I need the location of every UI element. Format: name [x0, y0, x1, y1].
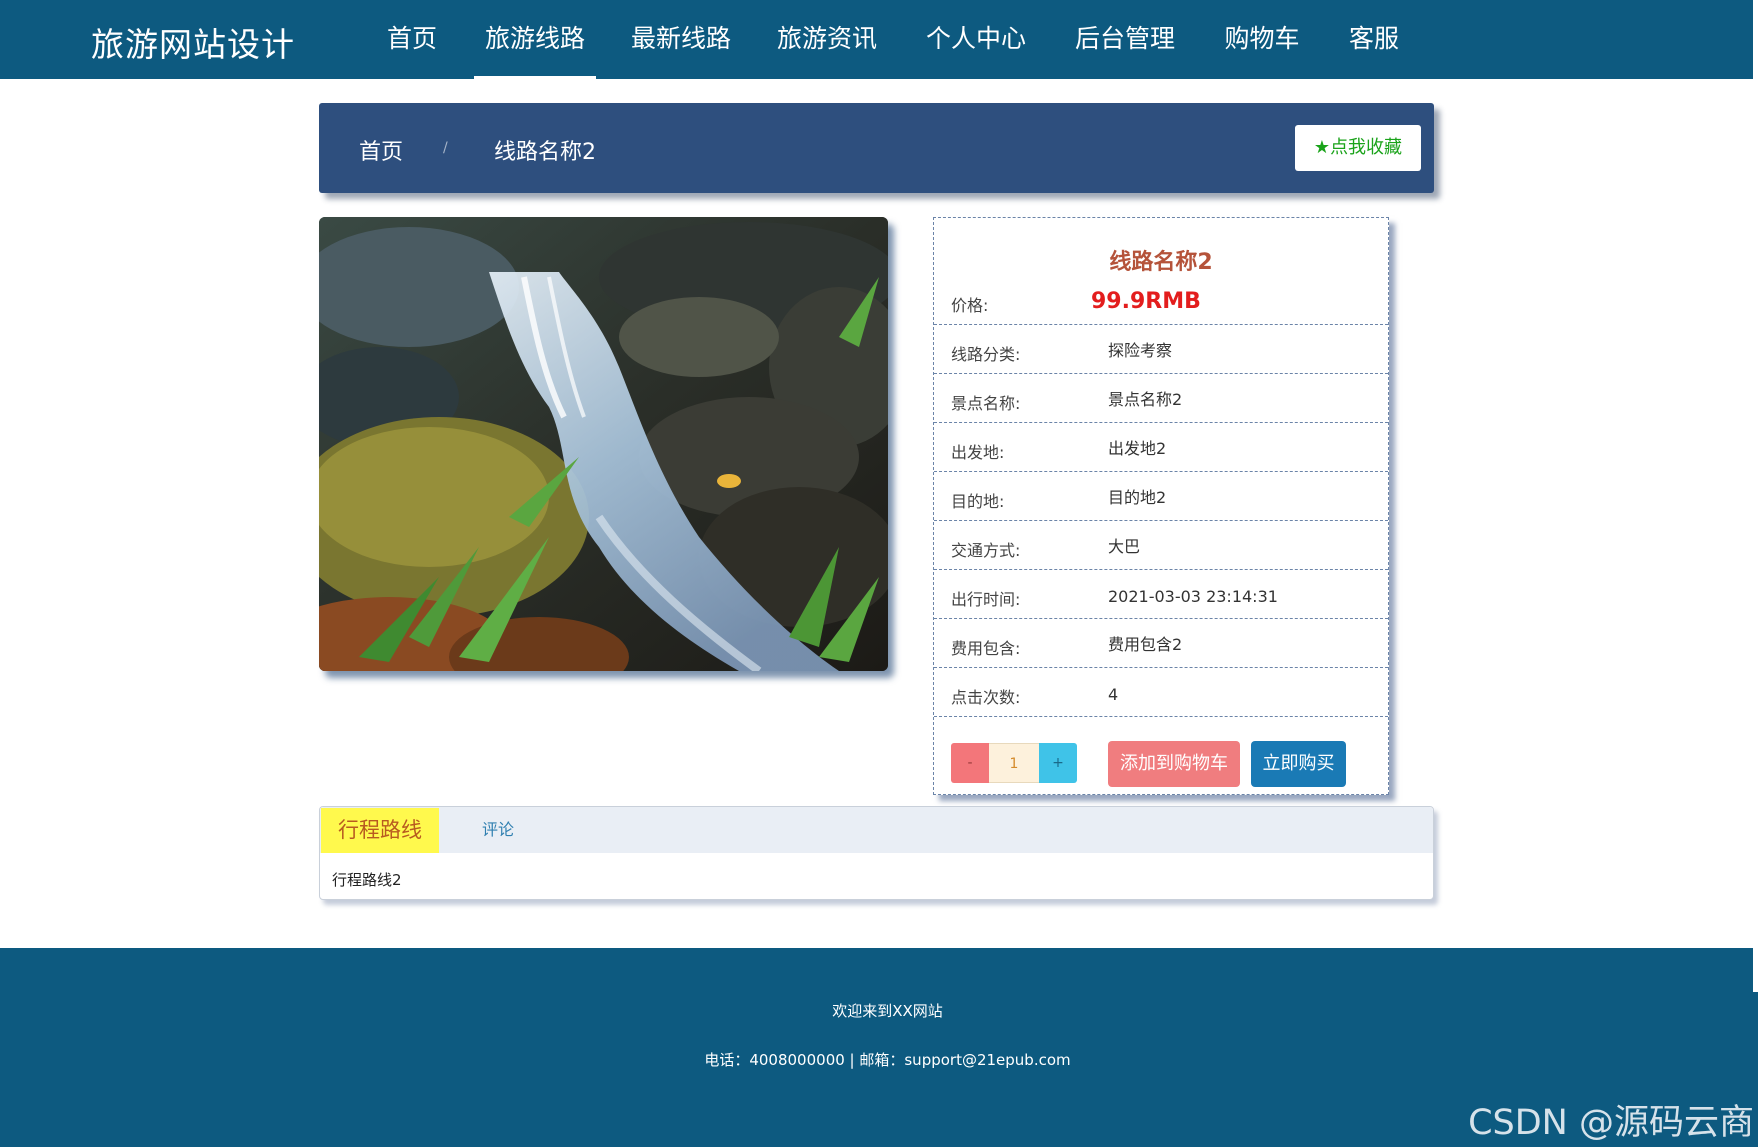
- favorite-button[interactable]: ★点我收藏: [1295, 125, 1421, 171]
- route-detail-panel: 线路名称2 价格: 99.9RMB 线路分类: 探险考察 景点名称: 景点名称2…: [933, 217, 1389, 795]
- favorite-button-label: 点我收藏: [1330, 137, 1403, 158]
- quantity-increment-button[interactable]: +: [1039, 743, 1077, 783]
- detail-label: 出发地:: [951, 443, 1005, 462]
- detail-value: 费用包含2: [1108, 635, 1183, 654]
- detail-value: 探险考察: [1108, 341, 1173, 360]
- detail-row-departure: 出发地: 出发地2: [934, 423, 1388, 472]
- detail-row-scenic-spot: 景点名称: 景点名称2: [934, 374, 1388, 423]
- detail-label: 点击次数:: [951, 688, 1021, 707]
- breadcrumb-current: 线路名称2: [494, 140, 596, 165]
- waterfall-photo-icon: [319, 217, 888, 671]
- detail-label: 线路分类:: [951, 345, 1021, 364]
- watermark-text: CSDN @源码云商: [1468, 1103, 1754, 1143]
- route-photo: [319, 217, 888, 671]
- detail-row-destination: 目的地: 目的地2: [934, 472, 1388, 521]
- detail-value: 大巴: [1108, 537, 1141, 556]
- breadcrumb-separator: /: [443, 140, 448, 156]
- quantity-input[interactable]: 1: [989, 743, 1039, 783]
- detail-value: 出发地2: [1108, 439, 1167, 458]
- detail-row-price: 价格: 99.9RMB: [934, 276, 1388, 325]
- nav-item-cart[interactable]: 购物车: [1219, 0, 1305, 79]
- detail-row-transport: 交通方式: 大巴: [934, 521, 1388, 570]
- nav-item-latest-routes[interactable]: 最新线路: [624, 0, 738, 79]
- footer-contact: 电话：4008000000 | 邮箱：support@21epub.com: [704, 1051, 1071, 1069]
- nav-item-user-center[interactable]: 个人中心: [919, 0, 1033, 79]
- nav-item-admin[interactable]: 后台管理: [1068, 0, 1182, 79]
- add-to-cart-button[interactable]: 添加到购物车: [1108, 741, 1240, 787]
- nav-item-travel-routes[interactable]: 旅游线路: [474, 0, 596, 79]
- breadcrumb: 首页 / 线路名称2 ★点我收藏: [319, 103, 1434, 193]
- breadcrumb-home-link[interactable]: 首页: [359, 134, 403, 166]
- star-icon: ★: [1313, 137, 1331, 158]
- tab-header: 行程路线 评论: [320, 807, 1433, 853]
- tab-content: 行程路线2: [332, 871, 402, 889]
- price-value: 99.9RMB: [1091, 289, 1201, 314]
- nav-item-travel-news[interactable]: 旅游资讯: [770, 0, 884, 79]
- detail-label: 目的地:: [951, 492, 1005, 511]
- detail-label: 出行时间:: [951, 590, 1021, 609]
- detail-row-travel-time: 出行时间: 2021-03-03 23:14:31: [934, 570, 1388, 619]
- price-label: 价格:: [951, 296, 989, 315]
- detail-value: 4: [1108, 685, 1119, 704]
- tab-itinerary[interactable]: 行程路线: [321, 808, 439, 853]
- detail-row-fee-includes: 费用包含: 费用包含2: [934, 619, 1388, 668]
- site-logo-text[interactable]: 旅游网站设计: [91, 18, 295, 66]
- quantity-decrement-button[interactable]: -: [951, 743, 989, 783]
- detail-label: 景点名称:: [951, 394, 1021, 413]
- route-tabs: 行程路线 评论 行程路线2: [319, 806, 1434, 900]
- detail-row-click-count: 点击次数: 4: [934, 668, 1388, 717]
- top-navbar: 旅游网站设计 首页 旅游线路 最新线路 旅游资讯 个人中心 后台管理 购物车 客…: [0, 0, 1753, 79]
- detail-label: 交通方式:: [951, 541, 1021, 560]
- detail-value: 目的地2: [1108, 488, 1167, 507]
- detail-row-category: 线路分类: 探险考察: [934, 325, 1388, 374]
- nav-item-support[interactable]: 客服: [1342, 0, 1406, 79]
- detail-label: 费用包含:: [951, 639, 1021, 658]
- tab-comments[interactable]: 评论: [482, 807, 514, 853]
- nav-item-home[interactable]: 首页: [376, 0, 448, 79]
- page-edge: [1753, 0, 1758, 1147]
- detail-value: 景点名称2: [1108, 390, 1183, 409]
- detail-value: 2021-03-03 23:14:31: [1108, 587, 1278, 606]
- route-title: 线路名称2: [1109, 250, 1213, 275]
- buy-now-button[interactable]: 立即购买: [1251, 741, 1346, 787]
- footer-welcome: 欢迎来到XX网站: [832, 1002, 943, 1020]
